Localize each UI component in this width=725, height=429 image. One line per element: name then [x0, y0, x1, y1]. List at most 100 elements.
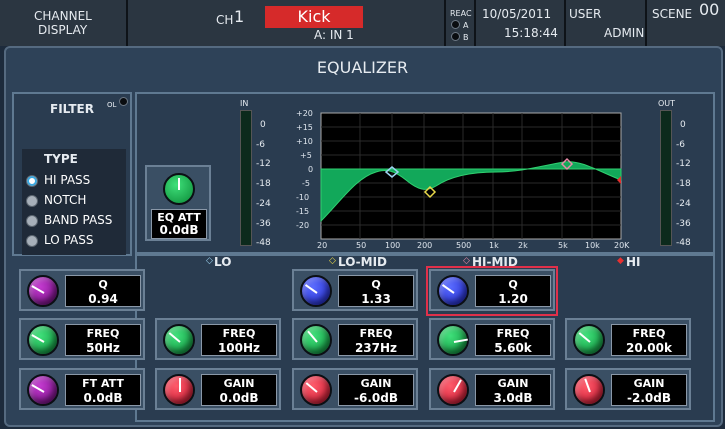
y-tick: -5 [302, 179, 310, 188]
reac-b-label: B [463, 33, 469, 42]
lomid-freq-control[interactable]: FREQ 237Hz [292, 318, 418, 360]
himid-q-display: Q 1.20 [475, 275, 551, 307]
himid-gain-knob[interactable] [437, 374, 469, 406]
scene-cell: SCENE 00 [647, 0, 725, 46]
out-meter-label: OUT [658, 99, 676, 108]
himid-band-diamond-icon: ◇ [463, 256, 470, 266]
y-tick: +15 [296, 123, 313, 132]
scene-number: 00 [699, 0, 720, 19]
x-tick: 100 [385, 241, 400, 250]
hi-freq-knob[interactable] [573, 324, 605, 356]
filter-freq-knob[interactable] [27, 324, 59, 356]
out-meter [660, 110, 672, 246]
himid-gain-display: GAIN 3.0dB [475, 374, 551, 406]
x-tick: 50 [356, 241, 366, 250]
filter-type-notch[interactable]: NOTCH [26, 192, 126, 210]
lomid-freq-knob[interactable] [300, 324, 332, 356]
radio-icon [26, 215, 38, 227]
reac-b-indicator [451, 32, 460, 41]
lo-band-label: LO [214, 255, 232, 269]
lo-gain-control[interactable]: GAIN 0.0dB [155, 368, 281, 410]
x-tick: 200 [417, 241, 432, 250]
filter-freq-control[interactable]: FREQ 50Hz [19, 318, 145, 360]
channel-display-cell: CHANNEL DISPLAY [0, 0, 128, 46]
radio-icon [26, 235, 38, 247]
eq-att-knob[interactable] [163, 173, 195, 205]
lomid-band-label: LO-MID [338, 255, 387, 269]
filter-ol-indicator [119, 97, 128, 106]
filter-att-control[interactable]: FT ATT 0.0dB [19, 368, 145, 410]
eq-att-value: 0.0dB [159, 223, 199, 237]
filter-q-control[interactable]: Q 0.94 [19, 269, 145, 311]
y-tick: +20 [296, 109, 313, 118]
lo-gain-knob[interactable] [163, 374, 195, 406]
y-tick: -10 [296, 193, 309, 202]
lo-freq-display: FREQ 100Hz [201, 324, 277, 356]
filter-q-knob[interactable] [27, 275, 59, 307]
ch-prefix: CH [216, 13, 234, 27]
hi-band-diamond-icon: ◆ [617, 256, 624, 266]
filter-ol-label: OL [107, 101, 117, 109]
filter-type-band-pass[interactable]: BAND PASS [26, 212, 126, 230]
y-tick: +5 [300, 151, 312, 160]
filter-att-knob[interactable] [27, 374, 59, 406]
out-meter-scale: 0 -6 -12 -18 -24 -36 -48 [676, 120, 691, 248]
radio-selected-icon [26, 175, 38, 187]
hi-band-label: HI [626, 255, 641, 269]
hi-gain-knob[interactable] [573, 374, 605, 406]
x-tick: 1k [489, 241, 499, 250]
eq-response-graph[interactable]: +20 +15 +10 +5 0 -5 -10 -15 -20 20 50 10… [296, 106, 634, 250]
lo-gain-display: GAIN 0.0dB [201, 374, 277, 406]
y-tick: -15 [296, 207, 309, 216]
reac-a-indicator [451, 20, 460, 29]
x-tick: 10k [585, 241, 600, 250]
input-patch: A: IN 1 [314, 28, 354, 42]
lomid-q-control[interactable]: Q 1.33 [292, 269, 418, 311]
filter-type-lo-pass[interactable]: LO PASS [26, 232, 126, 250]
x-tick: 500 [456, 241, 471, 250]
lomid-q-knob[interactable] [300, 275, 332, 307]
datetime-cell: 10/05/2011 15:18:44 [476, 0, 566, 46]
radio-icon [26, 195, 38, 207]
time-text: 15:18:44 [504, 26, 558, 40]
hi-freq-display: FREQ 20.00k [611, 324, 687, 356]
hi-freq-control[interactable]: FREQ 20.00k [565, 318, 691, 360]
ch-number: 1 [234, 7, 245, 26]
himid-gain-control[interactable]: GAIN 3.0dB [429, 368, 555, 410]
lomid-band-diamond-icon: ◇ [329, 256, 336, 266]
in-meter-scale: 0 -6 -12 -18 -24 -36 -48 [256, 120, 271, 248]
reac-cell: REAC A B [446, 0, 476, 46]
x-tick: 5k [558, 241, 568, 250]
lomid-gain-control[interactable]: GAIN -6.0dB [292, 368, 418, 410]
x-tick: 20 [317, 241, 327, 250]
filter-type-hi-pass[interactable]: HI PASS [26, 172, 126, 190]
eq-att-tile: EQ ATT 0.0dB [145, 165, 211, 241]
lomid-gain-knob[interactable] [300, 374, 332, 406]
top-status-bar: CHANNEL DISPLAY CH 1 A: IN 1 Kick REAC A… [0, 0, 725, 46]
himid-freq-control[interactable]: FREQ 5.60k [429, 318, 555, 360]
date-text: 10/05/2011 [482, 7, 552, 21]
scene-label: SCENE [652, 7, 693, 21]
eq-att-display: EQ ATT 0.0dB [151, 209, 207, 239]
himid-q-control[interactable]: Q 1.20 [429, 269, 555, 311]
y-tick: 0 [308, 165, 313, 174]
himid-freq-knob[interactable] [437, 324, 469, 356]
lo-freq-control[interactable]: FREQ 100Hz [155, 318, 281, 360]
lomid-q-display: Q 1.33 [338, 275, 414, 307]
lo-freq-knob[interactable] [163, 324, 195, 356]
y-tick: +10 [296, 137, 313, 146]
y-tick: -20 [296, 221, 309, 230]
lo-band-diamond-icon: ◇ [206, 256, 213, 266]
hi-gain-control[interactable]: GAIN -2.0dB [565, 368, 691, 410]
himid-q-knob[interactable] [437, 275, 469, 307]
channel-name-field[interactable]: Kick [265, 6, 363, 28]
screen-title-line2: DISPLAY [38, 23, 88, 37]
filter-freq-display: FREQ 50Hz [65, 324, 141, 356]
filter-att-display: FT ATT 0.0dB [65, 374, 141, 406]
hi-gain-display: GAIN -2.0dB [611, 374, 687, 406]
filter-type-label: TYPE [44, 152, 78, 166]
user-label: USER [569, 7, 602, 21]
filter-q-display: Q 0.94 [65, 275, 141, 307]
himid-freq-display: FREQ 5.60k [475, 324, 551, 356]
screen-title-line1: CHANNEL [34, 9, 92, 23]
